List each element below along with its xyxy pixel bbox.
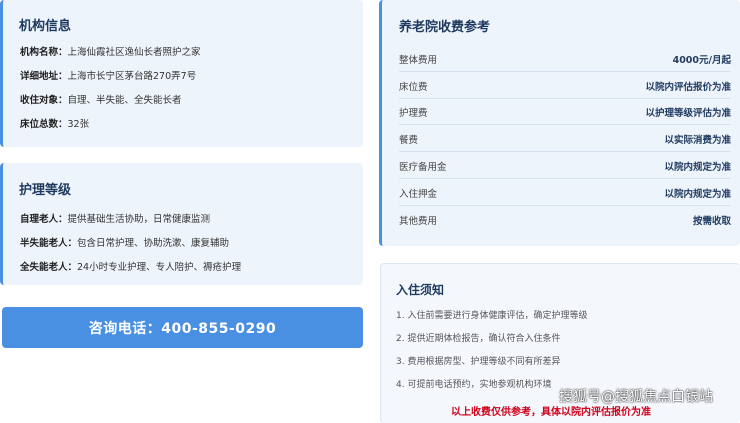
divider bbox=[399, 71, 731, 72]
institution-info-title: 机构信息 bbox=[19, 19, 72, 34]
notice-item: 3. 费用根据房型、护理等级不同有所差异 bbox=[396, 357, 561, 367]
divider bbox=[399, 205, 731, 206]
fee-row-bed: 床位费 以院内评估报价为准 bbox=[399, 82, 731, 93]
care-level-card: 护理等级 自理老人：提供基础生活协助，日常健康监测 半失能老人：包含日常护理、协… bbox=[0, 163, 363, 285]
watermark: 搜狐号@搜狐焦点白银站 bbox=[559, 389, 713, 405]
fee-row-meal: 餐费 以实际消费为准 bbox=[399, 135, 731, 146]
consult-phone-button[interactable]: 咨询电话：400-855-0290 bbox=[2, 307, 363, 348]
divider bbox=[399, 124, 731, 125]
fee-row-deposit: 入住押金 以院内规定为准 bbox=[399, 189, 731, 200]
care-row-full: 全失能老人：24小时专业护理、专人陪护、褥疮护理 bbox=[20, 262, 242, 273]
institution-info-card: 机构信息 机构名称：上海仙霞社区逸仙长者照护之家 详细地址：上海市长宁区茅台路2… bbox=[0, 0, 363, 147]
notice-item: 1. 入住前需要进行身体健康评估，确定护理等级 bbox=[396, 311, 588, 321]
care-row-semi: 半失能老人：包含日常护理、协助洗漱、康复辅助 bbox=[20, 238, 230, 249]
divider bbox=[399, 98, 731, 99]
notice-item: 4. 可提前电话预约，实地参观机构环境 bbox=[396, 380, 552, 390]
info-row-beds: 床位总数：32张 bbox=[20, 119, 90, 130]
care-level-title: 护理等级 bbox=[19, 183, 72, 198]
fee-row-care: 护理费 以护理等级评估为准 bbox=[399, 108, 731, 119]
notice-item: 2. 提供近期体检报告，确认符合入住条件 bbox=[396, 334, 561, 344]
info-row-address: 详细地址：上海市长宁区茅台路270弄7号 bbox=[20, 71, 197, 82]
care-row-self: 自理老人：提供基础生活协助，日常健康监测 bbox=[20, 214, 211, 225]
notice-title: 入住须知 bbox=[396, 283, 445, 297]
fees-card: 养老院收费参考 整体费用 4000元/月起 床位费 以院内评估报价为准 护理费 以护理… bbox=[379, 0, 740, 246]
info-row-target: 收住对象：自理、半失能、全失能长者 bbox=[20, 95, 182, 106]
fees-title: 养老院收费参考 bbox=[399, 20, 491, 35]
info-row-name: 机构名称：上海仙霞社区逸仙长者照护之家 bbox=[20, 47, 201, 58]
divider bbox=[399, 151, 731, 152]
fee-row-medical: 医疗备用金 以院内规定为准 bbox=[399, 162, 731, 173]
divider bbox=[399, 178, 731, 179]
fee-row-other: 其他费用 按需收取 bbox=[399, 216, 731, 227]
fee-row-overall: 整体费用 4000元/月起 bbox=[399, 55, 731, 66]
